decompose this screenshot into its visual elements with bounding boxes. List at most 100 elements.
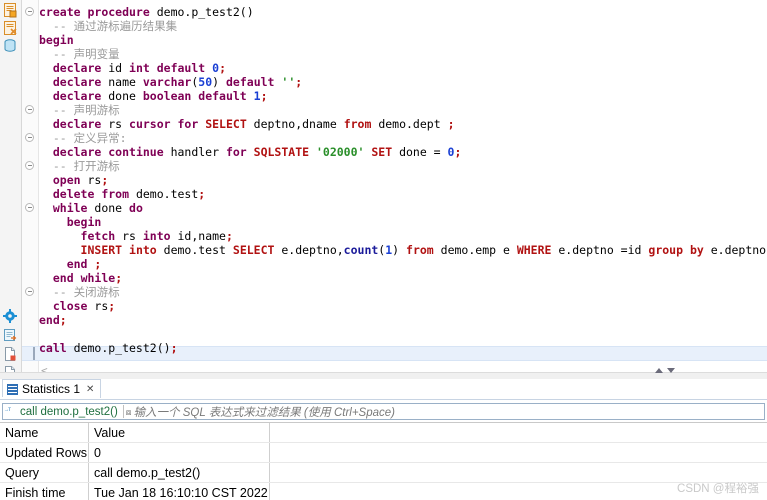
table-cell[interactable]: Query [0,463,89,483]
code-token: '02000' [316,145,371,159]
code-line: end ; [39,257,767,271]
settings-gear-icon[interactable] [2,308,18,324]
svg-text:→T: →T [5,407,11,413]
code-token: continue [108,145,170,159]
sql-filter-icon: →T [4,405,18,419]
export-resultset-icon[interactable] [2,327,18,343]
table-cell[interactable] [270,483,767,500]
code-token: declare [53,145,108,159]
code-token: open [53,173,88,187]
scroll-up-arrow-icon[interactable] [655,368,663,373]
fold-toggle-icon[interactable] [25,203,34,212]
code-token: e.deptno =id [558,243,648,257]
code-token: ; [101,173,108,187]
code-folding-column[interactable] [22,0,39,372]
code-token: for [226,145,254,159]
new-sql-file-icon[interactable] [2,346,18,362]
sql-code-text[interactable]: create procedure demo.p_test2() -- 通过游标遍… [39,0,767,372]
code-token: rs [87,173,101,187]
close-icon[interactable]: ✕ [86,384,94,395]
code-token: rs [122,229,143,243]
code-token: demo.dept [378,117,447,131]
table-row[interactable]: Querycall demo.p_test2() [0,463,767,483]
code-token: varchar [143,75,191,89]
code-token: -- 打开游标 [53,159,120,173]
code-token: while [81,271,116,285]
code-line: -- 声明游标 [39,103,767,117]
code-token: procedure [87,5,156,19]
code-token: default [157,61,212,75]
code-token: SELECT [233,243,281,257]
code-token: done = [399,145,447,159]
fold-toggle-icon[interactable] [25,105,34,114]
code-line: open rs; [39,173,767,187]
column-header[interactable] [270,423,767,443]
code-token: SELECT [205,117,253,131]
statistics-grid[interactable]: NameValueUpdated Rows0Querycall demo.p_t… [0,422,767,500]
code-line: declare done boolean default 1; [39,89,767,103]
table-cell[interactable]: Finish time [0,483,89,500]
code-token: rs [94,299,108,313]
code-token: '' [281,75,295,89]
fold-toggle-icon[interactable] [25,161,34,170]
fold-toggle-icon[interactable] [25,287,34,296]
code-line: fetch rs into id,name; [39,229,767,243]
code-token: id,name [178,229,226,243]
code-token: ; [198,187,205,201]
scroll-down-arrow-icon[interactable] [667,368,675,373]
table-header-row: NameValue [0,423,767,443]
code-token: cursor [129,117,177,131]
table-cell[interactable]: call demo.p_test2() [89,463,270,483]
fold-toggle-icon[interactable] [25,7,34,16]
code-token: name [108,75,143,89]
code-line: create procedure demo.p_test2() [39,5,767,19]
sql-query-icon[interactable] [2,20,18,36]
code-token: 50 [198,75,212,89]
code-token: while [53,201,95,215]
code-token: declare [53,75,108,89]
code-line: declare name varchar(50) default ''; [39,75,767,89]
results-tabbar[interactable]: Statistics 1 ✕ [0,379,767,400]
code-token: -- 声明变量 [53,47,120,61]
filter-input-placeholder[interactable]: 输入一个 SQL 表达式来过滤结果 (使用 Ctrl+Space) [134,404,395,420]
database-object-icon[interactable] [2,38,18,54]
code-token: boolean [143,89,198,103]
code-line: INSERT into demo.test SELECT e.deptno,co… [39,243,767,257]
results-filter-bar[interactable]: →T call demo.p_test2() ⧈ 输入一个 SQL 表达式来过滤… [2,403,765,420]
sql-procedure-icon[interactable] [2,2,18,18]
code-token: create [39,5,87,19]
sql-editor-area[interactable]: create procedure demo.p_test2() -- 通过游标遍… [0,0,767,372]
table-cell[interactable]: Tue Jan 18 16:10:10 CST 2022 [89,483,270,500]
code-token: declare [53,89,108,103]
code-token: -- 声明游标 [53,103,120,117]
table-cell[interactable] [270,443,767,463]
table-cell[interactable]: 0 [89,443,270,463]
code-line: begin [39,33,767,47]
tab-active-underline [2,397,94,399]
table-row[interactable]: Updated Rows0 [0,443,767,463]
code-token: WHERE [517,243,559,257]
code-token: ; [219,61,226,75]
table-cell[interactable]: Updated Rows [0,443,89,463]
filter-divider [123,405,124,418]
code-token: ; [226,229,233,243]
gutter-icons-bottom [2,308,18,381]
fold-toggle-icon[interactable] [25,133,34,142]
filter-query-text[interactable]: call demo.p_test2() [18,406,121,418]
code-token: handler [171,145,226,159]
table-cell[interactable] [270,463,767,483]
column-header[interactable]: Name [0,423,89,443]
code-token: -- 定义异常: [53,131,127,145]
code-token: e.deptno [711,243,766,257]
code-line: delete from demo.test; [39,187,767,201]
table-row[interactable]: Finish timeTue Jan 18 16:10:10 CST 2022 [0,483,767,500]
panel-scroll-arrows[interactable] [655,368,675,373]
editor-gutter[interactable] [0,0,22,372]
code-token: call [39,341,74,355]
code-token: group [648,243,690,257]
code-token: declare [53,61,108,75]
tab-statistics-1[interactable]: Statistics 1 ✕ [2,379,101,398]
expand-filter-icon[interactable]: ⧈ [126,408,131,416]
column-header[interactable]: Value [89,423,270,443]
code-token: -- 通过游标遍历结果集 [53,19,177,33]
